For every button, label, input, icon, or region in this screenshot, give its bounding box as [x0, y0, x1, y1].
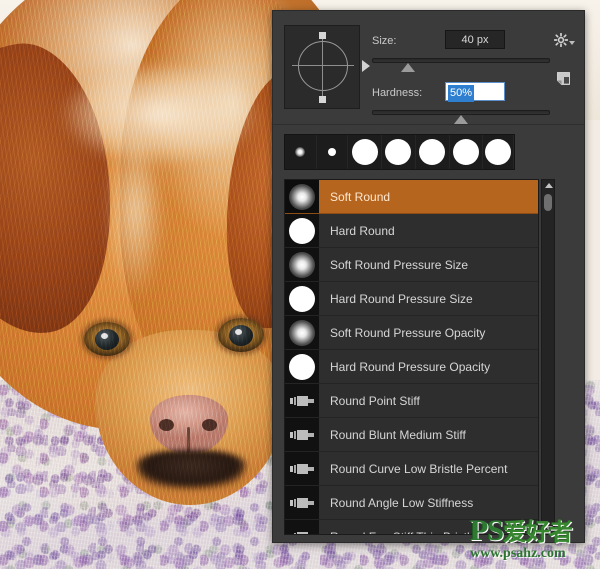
brush-list-item-label: Soft Round — [330, 189, 391, 204]
brush-preset-list[interactable]: Soft Round Hard Round Soft Round Pressure … — [284, 179, 539, 535]
brush-thumbnail-dot — [289, 285, 315, 312]
brush-list-item-label: Hard Round Pressure Opacity — [330, 359, 491, 374]
size-value-field[interactable]: 40 px — [445, 30, 505, 49]
gear-icon[interactable] — [553, 32, 575, 52]
scrollbar-thumb[interactable] — [544, 194, 552, 211]
swatch-hard-large-1[interactable] — [348, 135, 383, 169]
brush-list-item[interactable]: Soft Round — [285, 180, 538, 214]
hardness-slider-thumb[interactable] — [454, 115, 468, 124]
brush-thumbnail-dot — [289, 319, 315, 346]
swatch-dot — [328, 148, 337, 156]
brush-list-item[interactable]: Soft Round Pressure Opacity — [285, 316, 538, 350]
size-label: Size: — [372, 35, 397, 47]
brush-thumbnail — [285, 452, 319, 485]
hardness-value-text: 50% — [448, 85, 475, 102]
swatch-hard-small[interactable] — [317, 135, 349, 169]
brush-list-item-label: Hard Round Pressure Size — [330, 291, 473, 306]
swatch-dot — [351, 139, 378, 165]
brush-tip-vertical-axis — [322, 35, 323, 97]
brush-list-item[interactable]: Hard Round Pressure Size — [285, 282, 538, 316]
brush-thumbnail-dot — [289, 183, 315, 210]
hardness-label: Hardness: — [372, 87, 423, 99]
brush-size-preview-strip[interactable] — [284, 134, 515, 170]
swatch-hard-large-4[interactable] — [450, 135, 484, 169]
size-slider-thumb[interactable] — [400, 63, 415, 72]
hardness-value-field[interactable]: 50% — [445, 82, 505, 102]
brush-list-item-label: Round Angle Low Stiffness — [330, 495, 474, 510]
brush-tip-handle-bottom[interactable] — [319, 96, 326, 103]
brush-thumbnail — [285, 486, 319, 519]
swatch-hard-large-5[interactable] — [483, 135, 514, 169]
brush-list-item-label: Round Point Stiff — [330, 393, 420, 408]
brush-thumbnail — [285, 520, 319, 534]
brush-list-item-label: Soft Round Pressure Opacity — [330, 325, 486, 340]
brush-list-scrollbar[interactable] — [541, 179, 555, 535]
brush-list-item[interactable]: Hard Round — [285, 214, 538, 248]
brush-list-item-label: Round Curve Low Bristle Percent — [330, 461, 508, 476]
bristle-brush-icon — [290, 531, 314, 534]
brush-thumbnail — [285, 214, 319, 247]
brush-list-item-label: Soft Round Pressure Size — [330, 257, 469, 272]
brush-thumbnail — [285, 282, 319, 315]
scroll-up-arrow-icon[interactable] — [545, 183, 553, 188]
scroll-down-arrow-icon[interactable] — [545, 526, 553, 531]
brush-thumbnail — [285, 316, 319, 349]
swatch-dot — [385, 139, 412, 165]
brush-thumbnail-dot — [289, 251, 315, 278]
brush-list-item[interactable]: Round Fan Stiff Thin Bristles — [285, 520, 538, 535]
brush-tip-handle-top[interactable] — [319, 32, 326, 39]
bristle-brush-icon — [290, 463, 314, 475]
bristle-brush-icon — [290, 395, 314, 407]
brush-list-item-label: Round Fan Stiff Thin Bristles — [319, 530, 482, 535]
photoshop-brush-picker-screenshot: Size: 40 px Hardness: 50% Soft Round Har… — [0, 0, 600, 569]
swatch-dot — [295, 147, 306, 157]
brush-thumbnail — [285, 384, 319, 417]
brush-settings-section: Size: 40 px Hardness: 50% — [273, 11, 584, 125]
brush-list-item-label: Hard Round — [330, 223, 395, 238]
brush-angle-arrow-icon[interactable] — [362, 60, 370, 72]
brush-thumbnail — [285, 180, 319, 213]
brush-thumbnail-dot — [289, 217, 315, 244]
brush-list-item[interactable]: Round Blunt Medium Stiff — [285, 418, 538, 452]
brush-tip-circle — [298, 41, 348, 91]
chevron-down-icon[interactable] — [569, 41, 575, 45]
swatch-hard-large-3[interactable] — [416, 135, 450, 169]
new-brush-preset-icon[interactable] — [556, 71, 571, 91]
brush-list-item[interactable]: Round Point Stiff — [285, 384, 538, 418]
brush-list-item-label: Round Blunt Medium Stiff — [330, 427, 466, 442]
brush-tip-horizontal-axis — [292, 65, 354, 66]
bristle-brush-icon — [290, 497, 314, 509]
brush-list-item[interactable]: Round Angle Low Stiffness — [285, 486, 538, 520]
swatch-soft-small[interactable] — [285, 135, 317, 169]
brush-thumbnail — [285, 248, 319, 281]
swatch-dot — [419, 139, 446, 165]
swatch-dot — [452, 139, 479, 165]
brush-thumbnail — [285, 418, 319, 451]
brush-list-item[interactable]: Soft Round Pressure Size — [285, 248, 538, 282]
swatch-hard-large-2[interactable] — [382, 135, 416, 169]
brush-list-item[interactable]: Hard Round Pressure Opacity — [285, 350, 538, 384]
brush-tip-shape-preview[interactable] — [284, 25, 360, 109]
brush-preset-picker-panel: Size: 40 px Hardness: 50% Soft Round Har… — [272, 10, 585, 543]
swatch-dot — [485, 139, 512, 165]
brush-thumbnail-dot — [289, 353, 315, 380]
brush-list-item[interactable]: Round Curve Low Bristle Percent — [285, 452, 538, 486]
bristle-brush-icon — [290, 429, 314, 441]
size-slider[interactable] — [372, 58, 550, 63]
brush-thumbnail — [285, 350, 319, 383]
